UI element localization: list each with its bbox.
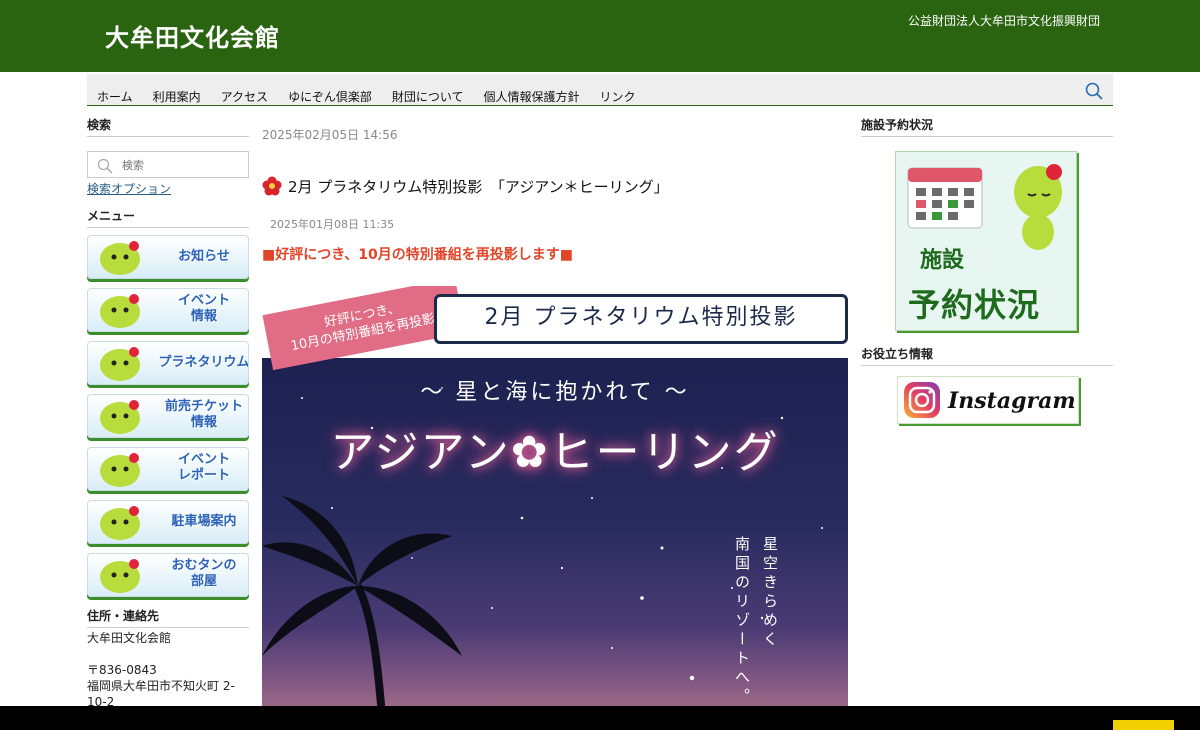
poster-main-title: アジアン✿ヒーリング bbox=[330, 427, 780, 478]
mascot-icon bbox=[100, 453, 140, 487]
palm-tree-silhouette bbox=[262, 496, 462, 716]
nav-item-club[interactable]: ゆにぞん倶楽部 bbox=[288, 88, 372, 105]
address-block: 大牟田文化会館 〒836-0843 福岡県大牟田市不知火町 2- 10-2 bbox=[87, 630, 249, 710]
menu-parking-button[interactable]: 駐車場案内 bbox=[87, 500, 249, 544]
organization-name: 公益財団法人大牟田市文化振興財団 bbox=[907, 14, 1100, 28]
article-title-text: 2月 プラネタリウム特別投影 「アジアン＊ヒーリング」 bbox=[288, 178, 669, 196]
mascot-icon bbox=[100, 347, 140, 381]
menu-list: お知らせ イベント 情報 プラネタリウム 前売チケット 情報 イベント レポート 駐車… bbox=[87, 235, 249, 597]
menu-planetarium-button[interactable]: プラネタリウム bbox=[87, 341, 249, 385]
address-line: 〒836-0843 bbox=[87, 663, 157, 677]
menu-label: 駐車場案内 bbox=[171, 514, 237, 529]
mascot-icon bbox=[1014, 164, 1062, 250]
address-line: 大牟田文化会館 bbox=[87, 631, 172, 645]
menu-label: お知らせ bbox=[178, 249, 230, 264]
menu-heading: メニュー bbox=[87, 207, 249, 228]
main-nav: ホーム 利用案内 アクセス ゆにぞん倶楽部 財団について 個人情報保護方針 リン… bbox=[87, 74, 1113, 106]
address-line: 福岡県大牟田市不知火町 2- bbox=[87, 679, 235, 693]
article-title[interactable]: 2月 プラネタリウム特別投影 「アジアン＊ヒーリング」 bbox=[262, 176, 669, 197]
nav-item-privacy[interactable]: 個人情報保護方針 bbox=[483, 88, 579, 105]
bottom-bar bbox=[0, 706, 1200, 730]
menu-news-button[interactable]: お知らせ bbox=[87, 235, 249, 279]
search-field[interactable] bbox=[87, 151, 249, 178]
search-heading: 検索 bbox=[87, 116, 249, 137]
bottom-bar-accent bbox=[1113, 720, 1174, 730]
nav-item-foundation[interactable]: 財団について bbox=[392, 88, 464, 105]
left-sidebar: 検索 検索オプション メニュー お知らせ イベント情報 プラネタリウム 前売チケ… bbox=[87, 106, 249, 710]
reservation-heading: 施設予約状況 bbox=[861, 116, 1113, 137]
mascot-icon bbox=[100, 506, 140, 540]
menu-label: イベント レポート bbox=[177, 452, 230, 483]
poster-vertical-text: 星空きらめく bbox=[761, 536, 779, 650]
nav-item-usage[interactable]: 利用案内 bbox=[153, 88, 201, 105]
site-header: 大牟田文化会館 公益財団法人大牟田市文化振興財団 bbox=[0, 0, 1200, 72]
flower-icon bbox=[262, 176, 282, 196]
menu-ticket-info-button[interactable]: 前売チケット 情報 bbox=[87, 394, 249, 438]
menu-event-info-button[interactable]: イベント 情報 bbox=[87, 288, 249, 332]
article-date: 2025年01月08日 11:35 bbox=[270, 218, 395, 231]
calendar-icon bbox=[907, 167, 983, 229]
menu-label: プラネタリウム bbox=[158, 355, 249, 370]
menu-omutan-room-button[interactable]: おむタンの 部屋 bbox=[87, 553, 249, 597]
highlight-text: ■好評につき、10月の特別番組を再投影します■ bbox=[262, 247, 573, 263]
search-options-link[interactable]: 検索オプション bbox=[87, 180, 249, 197]
mascot-icon bbox=[100, 294, 140, 328]
menu-label: イベント 情報 bbox=[177, 293, 230, 324]
post-date: 2025年02月05日 14:56 bbox=[262, 128, 398, 142]
address-heading: 住所・連絡先 bbox=[87, 607, 249, 628]
reservation-card-line2: 予約状況 bbox=[908, 286, 1041, 324]
search-icon[interactable] bbox=[1085, 82, 1103, 100]
mascot-icon bbox=[100, 400, 140, 434]
nav-item-access[interactable]: アクセス bbox=[221, 88, 268, 105]
reservation-card-line1: 施設 bbox=[920, 248, 965, 273]
mascot-icon bbox=[100, 241, 140, 275]
right-sidebar: 施設予約状況 施設 予約状況 お役立ち情報 Instagram bbox=[861, 106, 1113, 424]
poster-vertical-text: 南国のリゾートへ。 bbox=[733, 536, 751, 707]
instagram-link[interactable]: Instagram bbox=[897, 376, 1079, 424]
nav-item-home[interactable]: ホーム bbox=[97, 88, 133, 105]
planetarium-poster: 好評につき、 10月の特別番組を再投影! 2月 プラネタリウム特別投影 〜 星と… bbox=[262, 286, 848, 716]
mascot-icon bbox=[100, 559, 140, 593]
menu-event-report-button[interactable]: イベント レポート bbox=[87, 447, 249, 491]
search-icon bbox=[97, 158, 113, 174]
instagram-icon bbox=[904, 382, 940, 418]
poster-title-box: 2月 プラネタリウム特別投影 bbox=[434, 294, 848, 344]
useful-info-heading: お役立ち情報 bbox=[861, 345, 1113, 366]
instagram-label: Instagram bbox=[948, 388, 1076, 414]
reservation-status-button[interactable]: 施設 予約状況 bbox=[895, 151, 1077, 331]
menu-label: おむタンの 部屋 bbox=[171, 558, 237, 589]
menu-label: 前売チケット 情報 bbox=[164, 399, 243, 430]
nav-item-links[interactable]: リンク bbox=[599, 88, 635, 105]
poster-subtitle: 〜 星と海に抱かれて 〜 bbox=[420, 380, 690, 405]
search-input[interactable] bbox=[122, 156, 242, 174]
address-line bbox=[87, 646, 249, 662]
site-title[interactable]: 大牟田文化会館 bbox=[105, 18, 280, 53]
